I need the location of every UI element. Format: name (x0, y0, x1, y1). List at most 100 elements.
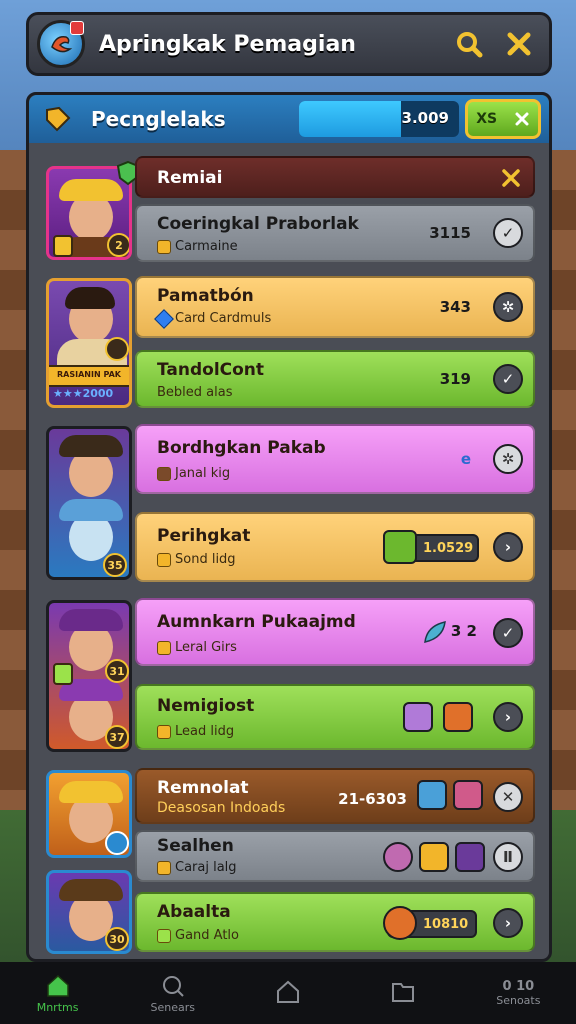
next-button[interactable]: › (493, 532, 523, 562)
close-icon (515, 112, 529, 126)
check-button[interactable]: ✓ (493, 218, 523, 248)
list-item[interactable]: Nemigiost Lead lidg › (135, 684, 535, 750)
nav-home[interactable]: Mnrtms (3, 973, 113, 1014)
check-button[interactable]: ✓ (493, 618, 523, 648)
hero-portrait-4[interactable]: 31 37 (46, 600, 132, 752)
stats-value: 0 10 (502, 979, 535, 994)
book-icon (392, 983, 415, 1002)
row-sub: Lead lidg (157, 724, 234, 739)
row-sub: Sond lidg (157, 552, 236, 567)
hero-mini-icon (383, 842, 413, 872)
hero-portrait-6[interactable]: 30 (46, 870, 132, 954)
hero-portrait-5[interactable] (46, 770, 132, 858)
hero-hat (59, 609, 123, 631)
row-sub-text: Deasosan Indoads (157, 800, 286, 816)
app-icon[interactable] (37, 20, 85, 68)
row-sub-text: Leral Girs (175, 640, 237, 655)
nav-search[interactable]: Senears (118, 973, 228, 1014)
row-sub: Deasosan Indoads (157, 800, 285, 816)
row-sub: Bebled alas (157, 385, 232, 400)
level-badge: 31 (105, 659, 129, 683)
list-item[interactable]: Coeringkal Praborlak Carmaine 3115 ✓ (135, 204, 535, 262)
nav-stats[interactable]: 0 10 Senoats (463, 979, 573, 1007)
chevron-right-icon: › (504, 708, 512, 726)
reward-icon (383, 906, 417, 940)
hero-portrait-3[interactable]: 35 (46, 426, 132, 580)
row-name: Pamatbón (157, 286, 254, 306)
list-item[interactable]: Perihgkat Sond lidg 1.0529 › (135, 512, 535, 582)
row-name: Nemigiost (157, 696, 255, 716)
list-item[interactable]: Abaalta Gand Atlo 10810 › (135, 892, 535, 952)
list-item[interactable]: Pamatbón Card Cardmuls 343 ✲ (135, 276, 535, 338)
list-item[interactable]: Aumnkarn Pukaajmd Leral Girs 3 2 ✓ (135, 598, 535, 666)
pause-button[interactable]: Ⅱ (493, 842, 523, 872)
notification-dot (70, 21, 84, 35)
row-sub: Janal kig (157, 466, 230, 481)
hero-stars: ★★★2000 (53, 387, 114, 400)
row-sub: Caraj lalg (157, 860, 237, 875)
row-sub-text: Card Cardmuls (175, 311, 272, 326)
row-sub: Leral Girs (157, 640, 237, 655)
row-name: Remnolat (157, 778, 249, 798)
row-name: Perihgkat (157, 526, 251, 546)
settings-button[interactable]: ✲ (493, 292, 523, 322)
close-icon[interactable] (501, 168, 521, 188)
hero-tag: RASIANIN PAK (49, 365, 129, 387)
list-item[interactable]: TandolCont Bebled alas 319 ✓ (135, 350, 535, 408)
coin-icon (157, 928, 171, 943)
row-sub-text: Sond lidg (175, 552, 236, 567)
hero-hat (59, 879, 123, 901)
next-button[interactable]: › (493, 908, 523, 938)
close-button[interactable]: ✕ (493, 782, 523, 812)
gear-icon: ✲ (501, 450, 515, 468)
nav-house[interactable] (233, 979, 343, 1007)
close-icon (507, 32, 531, 56)
level-badge-2: 37 (105, 725, 129, 749)
nav-book[interactable] (348, 979, 458, 1007)
reward-value: 10810 (423, 916, 469, 932)
panel-title: Pecnglelaks (91, 107, 226, 131)
chevron-right-icon: › (504, 538, 512, 556)
progress-text: 3.009 (401, 109, 449, 127)
search-button[interactable] (449, 24, 489, 64)
hero-portrait-2[interactable]: RASIANIN PAK ★★★2000 (46, 278, 132, 408)
reward-pill: 1.0529 (383, 530, 479, 564)
chest-icon (157, 466, 171, 481)
row-sub: Carmaine (157, 239, 238, 254)
row-value: e (460, 450, 471, 468)
search-icon (162, 975, 184, 997)
list-item[interactable]: Sealhen Caraj lalg Ⅱ (135, 830, 535, 882)
next-button[interactable]: › (493, 702, 523, 732)
nav-label: Senears (150, 1000, 196, 1014)
pause-icon: Ⅱ (503, 848, 513, 866)
reward-icon (383, 530, 417, 564)
reward-pill: 10810 (383, 906, 477, 940)
close-icon: ✕ (501, 788, 515, 806)
gear-icon: ✲ (501, 298, 515, 316)
row-value: 3 2 (450, 622, 477, 640)
row-sub: Gand Atlo (157, 928, 239, 943)
row-sub-text: Gand Atlo (175, 928, 239, 943)
row-sub-text: Lead lidg (175, 724, 235, 739)
green-badge-icon (53, 663, 73, 685)
check-button[interactable]: ✓ (493, 364, 523, 394)
row-name: Sealhen (157, 836, 234, 856)
gem-icon (154, 308, 174, 329)
check-icon: ✓ (501, 224, 515, 242)
settings-button[interactable]: ✲ (493, 444, 523, 474)
hero-hat (59, 179, 123, 201)
close-button[interactable] (499, 24, 539, 64)
home-icon (46, 974, 69, 997)
list-item[interactable]: Remnolat Deasosan Indoads 21-6303 ✕ (135, 768, 535, 824)
tag-icon (46, 106, 71, 132)
row-sub: Card Cardmuls (154, 308, 272, 329)
leaf-icon (424, 621, 446, 643)
xs-close-button[interactable]: XS (465, 99, 541, 139)
house-icon (276, 980, 299, 1003)
row-value: 3115 (429, 224, 471, 242)
row-value: 343 (439, 298, 471, 316)
row-name: Coeringkal Praborlak (157, 214, 359, 234)
list-item[interactable]: Bordhgkan Pakab Janal kig e ✲ (135, 424, 535, 494)
row-value: 319 (439, 370, 471, 388)
list-item[interactable]: Remiai (135, 156, 535, 198)
